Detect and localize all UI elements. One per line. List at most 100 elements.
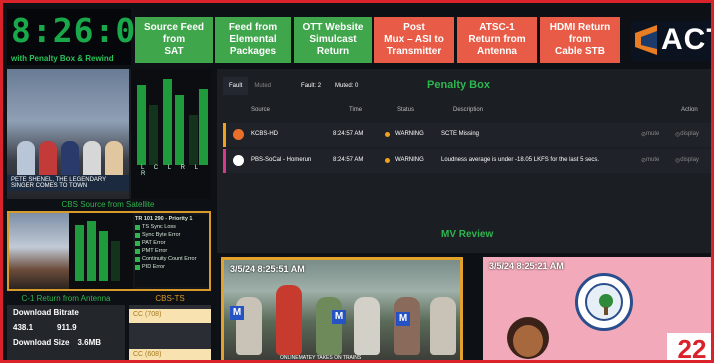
table-row[interactable]: KCBS-HD 8:24:57 AM WARNING SCTE Missing … [223, 123, 711, 147]
warning-dot-icon [385, 158, 390, 163]
post-mux-button[interactable]: Post Mux – ASI to Transmitter [374, 17, 454, 63]
cbs-ts-tile[interactable]: CC (708) CC (608) [129, 305, 211, 360]
metro-sign-icon: M [230, 306, 244, 320]
audio-meters: L C L R L R [131, 69, 211, 199]
logo-mark-icon [635, 25, 657, 55]
audio-meter-bar [149, 105, 158, 165]
audio-meter-labels: L C L R L R [141, 165, 202, 177]
alarm-item: PMT Error [135, 247, 209, 255]
studio-lower-third: PETE SHENEL, THE LEGENDARY SINGER COMES … [7, 175, 129, 191]
download-size-label: Download Size [13, 338, 70, 347]
row-source: PBS-SoCal - Homerun [251, 157, 312, 163]
mute-button[interactable]: ⊘ mute [641, 131, 659, 138]
row-description: SCTE Missing [441, 131, 480, 137]
tree-icon [599, 294, 613, 308]
fault-count: Fault: 2 [301, 83, 322, 89]
satellite-audio-meters [69, 213, 133, 289]
alarm-item: Continuity Count Error [135, 255, 209, 263]
alarm-ok-icon [135, 232, 140, 238]
tile-timestamp: 3/5/24 8:25:21 AM [489, 261, 564, 271]
row-time: 8:24:57 AM [333, 131, 364, 137]
alarm-ok-icon [135, 248, 140, 254]
row-time: 8:24:57 AM [333, 157, 364, 163]
tab-fault[interactable]: Fault [223, 77, 249, 95]
penalty-box-title: Penalty Box [427, 79, 490, 91]
rider-figure [316, 297, 342, 355]
audio-meter-bar [189, 115, 198, 165]
penalty-box-panel: Fault Muted Fault: 2 Muted: 0 Penalty Bo… [217, 69, 711, 253]
cbs-ts-label: CBS-TS [155, 294, 185, 303]
ott-simulcast-button[interactable]: OTT Website Simulcast Return [294, 17, 372, 63]
audio-meter-bar [137, 85, 146, 165]
tile-timestamp: 3/5/24 8:25:51 AM [230, 264, 305, 274]
alarm-item: TS Sync Loss [135, 223, 209, 231]
studio-video-image: PETE SHENEL, THE LEGENDARY SINGER COMES … [7, 69, 129, 199]
logo: ACT [631, 21, 711, 61]
alarm-header: TR 101 290 - Priority 1 [135, 216, 193, 222]
audio-meter-bar [75, 225, 84, 281]
elemental-packages-button[interactable]: Feed from Elemental Packages [215, 17, 291, 63]
audio-meter-bar [163, 79, 172, 165]
row-status: WARNING [395, 131, 424, 137]
cartoon-character-face [513, 325, 543, 357]
mv-tile-bikes[interactable]: M M M 3/5/24 8:25:51 AM ONLINEMATEY TAKE… [221, 257, 463, 361]
logo-text: ACT [661, 23, 711, 56]
bitrate-value: 438.1 [13, 323, 34, 332]
cc-708-indicator: CC (708) [129, 309, 211, 323]
multiviewer-window: 8:26:05 with Penalty Box & Rewind Source… [0, 0, 714, 363]
bitrate-value: 911.9 [57, 323, 77, 332]
audio-meter-bar [99, 231, 108, 281]
row-description: Loudness average is under -18.05 LKFS fo… [441, 157, 600, 163]
rider-figure [394, 297, 420, 355]
row-severity-stripe [223, 123, 226, 147]
hdmi-cable-stb-button[interactable]: HDMI Return from Cable STB [540, 17, 620, 63]
display-button[interactable]: ◎ display [675, 131, 699, 138]
muted-count: Muted: 0 [335, 83, 359, 89]
metro-sign-icon: M [332, 310, 346, 324]
satellite-feed-tile[interactable]: TR 101 290 - Priority 1 TS Sync Loss Syn… [7, 211, 211, 291]
antenna-return-label: C-1 Return from Antenna [21, 294, 111, 303]
page-number-badge: 22 [667, 333, 711, 360]
metro-sign-icon: M [396, 312, 410, 326]
alarm-item: Sync Byte Error [135, 231, 209, 239]
download-bitrate-label: Download Bitrate [13, 308, 79, 317]
row-status: WARNING [395, 157, 424, 163]
row-severity-stripe [223, 149, 226, 173]
download-size-value: 3.6MB [77, 338, 102, 347]
warning-dot-icon [385, 132, 390, 137]
atsc-antenna-button[interactable]: ATSC-1 Return from Antenna [457, 17, 537, 63]
tr101290-alarm-panel: TR 101 290 - Priority 1 TS Sync Loss Syn… [135, 215, 209, 287]
column-action: Action [681, 107, 698, 113]
cc-608-indicator: CC (608) [129, 349, 211, 360]
audio-meter-bar [111, 241, 120, 281]
source-feed-sat-button[interactable]: Source Feed from SAT [135, 17, 213, 63]
table-row[interactable]: PBS-SoCal - Homerun 8:24:57 AM WARNING L… [223, 149, 711, 173]
studio-feed-tile[interactable]: PETE SHENEL, THE LEGENDARY SINGER COMES … [7, 69, 211, 199]
alarm-item: PAT Error [135, 239, 209, 247]
column-status: Status [397, 107, 415, 113]
audio-meter-bar [87, 221, 96, 281]
alarm-ok-icon [135, 256, 140, 262]
clock-display: 8:26:05 with Penalty Box & Rewind [7, 9, 156, 65]
alarm-ok-icon [135, 264, 140, 270]
clock-subtitle: with Penalty Box & Rewind [11, 54, 114, 63]
alarm-ok-icon [135, 240, 140, 246]
mute-button[interactable]: ⊘ mute [641, 157, 659, 164]
audio-meter-bar [175, 95, 184, 165]
rider-figure [276, 285, 302, 355]
column-description: Description [453, 107, 484, 113]
column-time: Time [349, 107, 363, 113]
cbs-satellite-label: CBS Source from Satellite [61, 200, 155, 209]
antenna-stats-tile[interactable]: Download Bitrate 438.1 911.9 Download Si… [7, 305, 125, 360]
seal-emblem-icon [575, 273, 633, 331]
display-button[interactable]: ◎ display [675, 157, 699, 164]
column-source: Source [251, 107, 271, 113]
satellite-video-image [9, 213, 69, 289]
mv-review-title: MV Review [441, 229, 494, 240]
source-icon [233, 129, 244, 140]
tab-muted[interactable]: Muted [248, 77, 278, 95]
tile-caption: ONLINEMATEY TAKES ON TRAINS [280, 355, 362, 361]
penalty-tabbar: Fault Muted Fault: 2 Muted: 0 [223, 77, 358, 95]
rider-figure [430, 297, 456, 355]
alarm-item: PID Error [135, 263, 209, 271]
